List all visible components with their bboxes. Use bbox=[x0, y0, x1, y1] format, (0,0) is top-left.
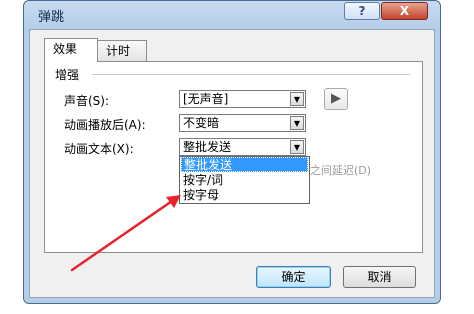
sound-select[interactable]: [无声音] ▼ bbox=[179, 90, 306, 108]
after-animation-select-value: 不变暗 bbox=[183, 116, 220, 130]
delay-between-label: 之间延迟(D) bbox=[310, 164, 372, 177]
dropdown-option[interactable]: 按字母 bbox=[181, 188, 308, 203]
group-divider bbox=[92, 74, 410, 75]
dropdown-option[interactable]: 整批发送 bbox=[181, 157, 308, 172]
dropdown-option[interactable]: 按字/词 bbox=[181, 173, 308, 188]
after-animation-label: 动画播放后(A): bbox=[64, 118, 146, 132]
close-button[interactable]: X bbox=[381, 2, 428, 20]
animate-text-label: 动画文本(X): bbox=[64, 142, 134, 156]
sound-label: 声音(S): bbox=[64, 94, 110, 108]
chevron-down-icon[interactable]: ▼ bbox=[290, 140, 304, 154]
window-title: 弹跳 bbox=[38, 10, 65, 25]
chevron-down-icon[interactable]: ▼ bbox=[290, 116, 304, 130]
chevron-down-icon[interactable]: ▼ bbox=[290, 92, 304, 106]
ok-button[interactable]: 确定 bbox=[256, 266, 331, 288]
tab-timing[interactable]: 计时 bbox=[97, 40, 147, 62]
after-animation-select[interactable]: 不变暗 ▼ bbox=[179, 114, 306, 132]
animate-text-dropdown-list[interactable]: 整批发送 按字/词 按字母 bbox=[179, 156, 310, 204]
speaker-icon[interactable]: ▶ bbox=[324, 88, 348, 110]
animate-text-select[interactable]: 整批发送 ▼ bbox=[179, 138, 306, 156]
group-label-enhance: 增强 bbox=[55, 68, 80, 82]
sound-select-value: [无声音] bbox=[183, 92, 229, 106]
help-button[interactable]: ? bbox=[344, 2, 380, 20]
tab-effect[interactable]: 效果 bbox=[44, 38, 98, 62]
animate-text-select-value: 整批发送 bbox=[183, 140, 232, 154]
cancel-button[interactable]: 取消 bbox=[343, 266, 416, 288]
